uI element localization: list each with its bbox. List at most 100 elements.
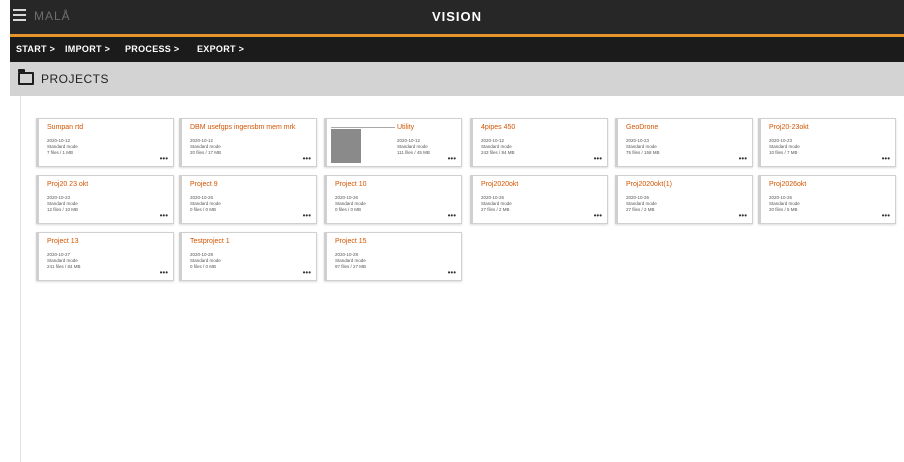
project-mode: Standard mode — [47, 201, 78, 206]
project-name: Project 15 — [335, 238, 367, 245]
project-card[interactable]: Sumpan rtd 2020-10-12 Standard mode 7 fi… — [36, 118, 174, 167]
project-date: 2020-10-27 — [47, 252, 71, 257]
project-name: Testproject 1 — [190, 238, 230, 245]
project-files: 97 files / 27 MB — [335, 264, 367, 269]
project-date: 2020-10-26 — [481, 195, 505, 200]
project-date: 2020-10-23 — [769, 138, 793, 143]
project-mode: Standard mode — [481, 201, 512, 206]
project-name: 4pipes 450 — [481, 124, 516, 131]
project-mode: Standard mode — [481, 144, 512, 149]
project-mode: Standard mode — [626, 144, 657, 149]
project-date: 2020-10-23 — [626, 138, 650, 143]
folder-icon — [18, 69, 34, 85]
project-name: Proj2020okt — [481, 181, 519, 188]
project-files: 0 files / 0 MB — [335, 207, 362, 212]
project-name: Proj2026okt — [769, 181, 807, 188]
project-card[interactable]: Proj2026okt 2020-10-26 Standard mode 20 … — [758, 175, 896, 224]
project-files: 241 files / 84 MB — [47, 264, 81, 269]
more-options-icon[interactable]: ••• — [303, 154, 311, 163]
breadcrumb-export[interactable]: EXPORT > — [197, 44, 244, 54]
more-options-icon[interactable]: ••• — [739, 154, 747, 163]
app-title: VISION — [431, 9, 483, 24]
project-files: 111 files / 45 MB — [397, 150, 430, 155]
project-card[interactable]: 4pipes 450 2020-10-12 Standard mode 243 … — [470, 118, 608, 167]
project-mode: Standard mode — [397, 144, 428, 149]
project-name: Project 10 — [335, 181, 367, 188]
more-options-icon[interactable]: ••• — [160, 211, 168, 220]
project-name: Utility — [397, 124, 415, 131]
project-files: 12 files / 10 MB — [47, 207, 79, 212]
project-files: 0 files / 0 MB — [190, 264, 217, 269]
breadcrumb-process[interactable]: PROCESS > — [125, 44, 179, 54]
project-card[interactable]: Proj20-23okt 2020-10-23 Standard mode 10… — [758, 118, 896, 167]
more-options-icon[interactable]: ••• — [303, 211, 311, 220]
more-options-icon[interactable]: ••• — [594, 154, 602, 163]
project-thumbnail — [331, 127, 395, 163]
project-date: 2020-10-12 — [481, 138, 505, 143]
project-name: Proj2020okt(1) — [626, 181, 672, 188]
project-mode: Standard mode — [335, 258, 366, 263]
project-card[interactable]: Project 10 2020-10-26 Standard mode 0 fi… — [324, 175, 462, 224]
project-files: 75 files / 158 MB — [626, 150, 660, 155]
project-mode: Standard mode — [769, 201, 800, 206]
more-options-icon[interactable]: ••• — [448, 154, 456, 163]
more-options-icon[interactable]: ••• — [594, 211, 602, 220]
project-files: 7 files / 1 MB — [47, 150, 74, 155]
project-date: 2020-10-12 — [190, 138, 214, 143]
project-files: 20 files / 17 MB — [190, 150, 222, 155]
project-name: Proj20-23okt — [769, 124, 809, 131]
more-options-icon[interactable]: ••• — [303, 268, 311, 277]
project-date: 2020-10-26 — [769, 195, 793, 200]
project-mode: Standard mode — [47, 144, 78, 149]
more-options-icon[interactable]: ••• — [739, 211, 747, 220]
app-window: MALÅ VISION START > IMPORT > PROCESS > E… — [10, 0, 904, 462]
page-title: PROJECTS — [41, 72, 110, 86]
breadcrumb-import[interactable]: IMPORT > — [65, 44, 110, 54]
project-mode: Standard mode — [190, 201, 221, 206]
project-mode: Standard mode — [190, 258, 221, 263]
project-card[interactable]: Proj2020okt 2020-10-26 Standard mode 27 … — [470, 175, 608, 224]
divider — [20, 96, 21, 462]
project-files: 27 files / 2 MB — [481, 207, 510, 212]
project-name: DBM usefgps ingensbm mem mrk — [190, 124, 296, 131]
project-card[interactable]: DBM usefgps ingensbm mem mrk 2020-10-12 … — [179, 118, 317, 167]
project-files: 20 files / 5 MB — [769, 207, 798, 212]
project-date: 2020-10-26 — [335, 195, 359, 200]
breadcrumb-start[interactable]: START > — [16, 44, 55, 54]
project-card[interactable]: Proj2020okt(1) 2020-10-26 Standard mode … — [615, 175, 753, 224]
project-files: 243 files / 84 MB — [481, 150, 515, 155]
more-options-icon[interactable]: ••• — [448, 211, 456, 220]
project-date: 2020-10-26 — [190, 195, 214, 200]
more-options-icon[interactable]: ••• — [882, 154, 890, 163]
project-date: 2020-10-12 — [397, 138, 421, 143]
more-options-icon[interactable]: ••• — [160, 268, 168, 277]
project-card[interactable]: GeoDrone 2020-10-23 Standard mode 75 fil… — [615, 118, 753, 167]
project-files: 0 files / 0 MB — [190, 207, 217, 212]
project-card[interactable]: Testproject 1 2020-10-28 Standard mode 0… — [179, 232, 317, 281]
project-card[interactable]: Utility 2020-10-12 Standard mode 111 fil… — [324, 118, 462, 167]
project-name: Proj20 23 okt — [47, 181, 89, 188]
project-files: 10 files / 7 MB — [769, 150, 798, 155]
more-options-icon[interactable]: ••• — [160, 154, 168, 163]
project-card[interactable]: Project 15 2020-10-28 Standard mode 97 f… — [324, 232, 462, 281]
breadcrumb: START > IMPORT > PROCESS > EXPORT > — [10, 37, 904, 62]
more-options-icon[interactable]: ••• — [448, 268, 456, 277]
project-date: 2020-10-26 — [626, 195, 650, 200]
project-card[interactable]: Proj20 23 okt 2020-10-23 Standard mode 1… — [36, 175, 174, 224]
page-header: PROJECTS — [10, 62, 904, 96]
project-mode: Standard mode — [335, 201, 366, 206]
project-name: Project 13 — [47, 238, 79, 245]
project-date: 2020-10-28 — [335, 252, 359, 257]
top-bar: MALÅ VISION — [10, 0, 904, 34]
project-name: Project 9 — [190, 181, 218, 188]
more-options-icon[interactable]: ••• — [882, 211, 890, 220]
project-card[interactable]: Project 9 2020-10-26 Standard mode 0 fil… — [179, 175, 317, 224]
project-date: 2020-10-12 — [47, 138, 71, 143]
project-card[interactable]: Project 13 2020-10-27 Standard mode 241 … — [36, 232, 174, 281]
project-date: 2020-10-23 — [47, 195, 71, 200]
project-name: Sumpan rtd — [47, 124, 84, 131]
project-mode: Standard mode — [190, 144, 221, 149]
project-date: 2020-10-28 — [190, 252, 214, 257]
project-mode: Standard mode — [47, 258, 78, 263]
project-name: GeoDrone — [626, 124, 659, 131]
